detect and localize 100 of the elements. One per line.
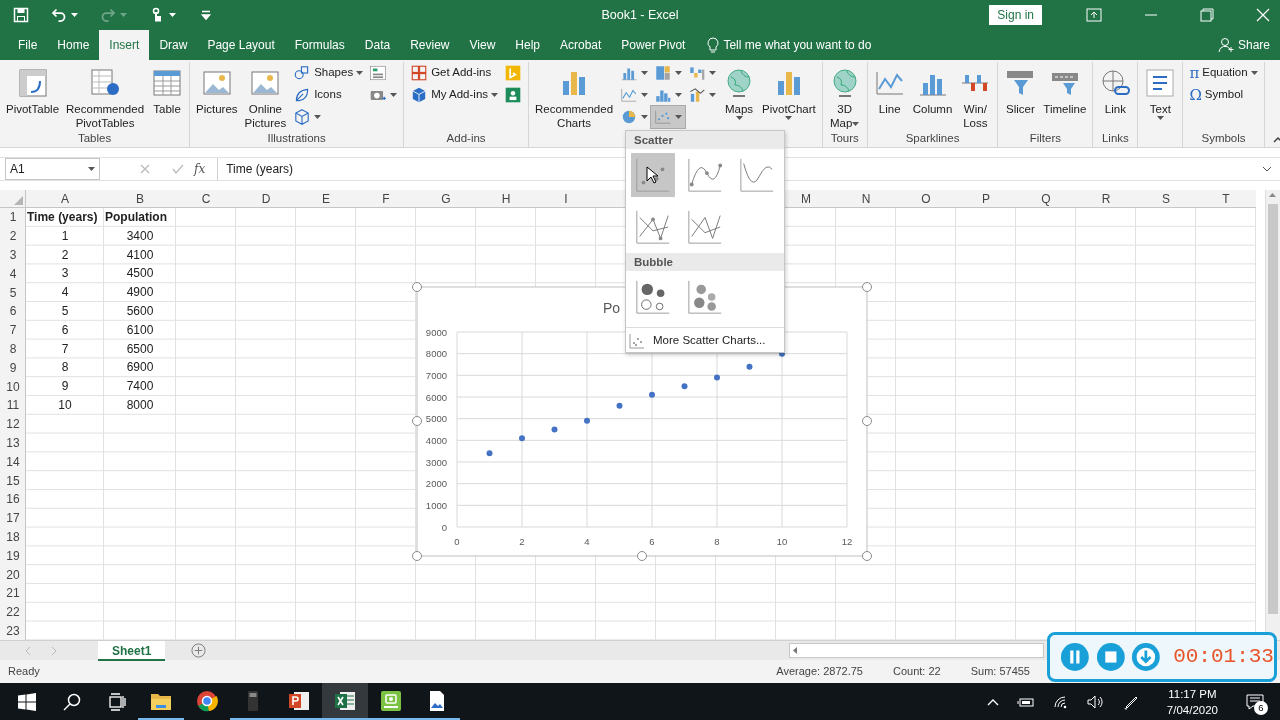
ribbon-button[interactable]: Line bbox=[870, 62, 909, 118]
caret-icon[interactable] bbox=[785, 116, 793, 120]
battery-icon[interactable] bbox=[1016, 695, 1035, 708]
letter-heading[interactable]: T bbox=[1222, 190, 1230, 208]
search-icon[interactable] bbox=[63, 692, 81, 711]
ribbon-tab[interactable]: Draw bbox=[149, 30, 198, 60]
resize-handle[interactable] bbox=[412, 551, 422, 561]
resize-handle[interactable] bbox=[412, 282, 422, 292]
insert-function-button[interactable]: fx bbox=[194, 160, 206, 178]
expand-icon[interactable] bbox=[1262, 166, 1272, 172]
resize-handle[interactable] bbox=[862, 282, 872, 292]
ribbon-button[interactable]: PivotTable bbox=[3, 62, 63, 118]
row-number[interactable]: 12 bbox=[6, 415, 20, 434]
row-number[interactable]: 21 bbox=[6, 584, 20, 603]
caret-icon[interactable] bbox=[675, 115, 683, 119]
stop-icon[interactable] bbox=[1095, 641, 1126, 673]
letter-heading[interactable]: I bbox=[564, 190, 568, 208]
caret-icon[interactable] bbox=[735, 116, 743, 120]
ribbon-button[interactable]: Column bbox=[909, 62, 956, 118]
wifi-icon[interactable] bbox=[1052, 694, 1069, 709]
ribbon-tab[interactable]: Acrobat bbox=[550, 30, 612, 60]
undo-icon[interactable] bbox=[51, 7, 67, 23]
caret-icon[interactable] bbox=[675, 93, 683, 97]
letter-heading[interactable]: B bbox=[136, 190, 144, 208]
scrollbar[interactable] bbox=[789, 643, 1044, 658]
caret-icon[interactable] bbox=[356, 71, 364, 75]
sign-in-button[interactable]: Sign in bbox=[989, 5, 1042, 25]
caret-icon[interactable] bbox=[1156, 116, 1164, 120]
caret-icon[interactable] bbox=[709, 93, 717, 97]
letter-heading[interactable]: G bbox=[441, 190, 451, 208]
letter-heading[interactable]: D bbox=[261, 190, 271, 208]
scrollbar[interactable] bbox=[1265, 190, 1280, 640]
ribbon-button[interactable]: Link bbox=[1096, 62, 1135, 118]
notification-icon[interactable] bbox=[1246, 694, 1264, 711]
resize-handle[interactable] bbox=[637, 551, 647, 561]
letter-heading[interactable]: M bbox=[801, 190, 811, 208]
ribbon-button[interactable]: Maps bbox=[720, 62, 759, 122]
caret-icon[interactable] bbox=[390, 93, 398, 97]
caret-icon[interactable] bbox=[314, 115, 322, 119]
row-number[interactable]: 6 bbox=[9, 302, 17, 321]
ribbon-display-icon[interactable] bbox=[1086, 8, 1102, 22]
row-number[interactable]: 13 bbox=[6, 433, 20, 452]
ribbon-button[interactable]: My Add-ins bbox=[407, 84, 502, 106]
caret-icon[interactable] bbox=[169, 13, 176, 17]
row-number[interactable]: 4 bbox=[9, 264, 17, 283]
row-number[interactable]: 22 bbox=[6, 603, 20, 622]
resize-handle[interactable] bbox=[412, 416, 422, 426]
row-number[interactable]: 7 bbox=[9, 321, 17, 340]
letter-heading[interactable]: A bbox=[61, 190, 69, 208]
letter-heading[interactable]: S bbox=[1162, 190, 1170, 208]
taskbar-button[interactable] bbox=[322, 683, 368, 720]
caret-icon[interactable] bbox=[491, 93, 499, 97]
scrollbar-thumb[interactable] bbox=[1268, 204, 1278, 614]
pause-icon[interactable] bbox=[1060, 641, 1090, 673]
caret-icon[interactable] bbox=[852, 121, 860, 126]
add-sheet-icon[interactable] bbox=[191, 643, 207, 658]
ribbon-tab[interactable]: Formulas bbox=[284, 30, 355, 60]
ribbon-tab[interactable]: Help bbox=[505, 30, 550, 60]
caret-icon[interactable] bbox=[88, 167, 95, 171]
ribbon-tab[interactable]: Page Layout bbox=[197, 30, 285, 60]
row-number[interactable]: 14 bbox=[6, 452, 20, 471]
tell-me-field[interactable]: Tell me what you want to do bbox=[723, 36, 872, 54]
ribbon-button[interactable]: Icons bbox=[290, 84, 367, 106]
ribbon-button[interactable]: Timeline bbox=[1040, 62, 1090, 118]
row-number[interactable]: 18 bbox=[6, 527, 20, 546]
ribbon-tab[interactable]: Data bbox=[354, 30, 401, 60]
ribbon-button[interactable]: Get Add-ins bbox=[407, 62, 502, 84]
row-number[interactable]: 3 bbox=[9, 246, 17, 264]
caret-icon[interactable] bbox=[709, 71, 717, 75]
letter-heading[interactable]: N bbox=[861, 190, 871, 208]
row-number[interactable]: 20 bbox=[6, 565, 20, 584]
ribbon-button[interactable]: Shapes bbox=[290, 62, 367, 84]
letter-heading[interactable]: E bbox=[322, 190, 330, 208]
ribbon-button[interactable]: Table bbox=[148, 62, 187, 118]
ribbon-button[interactable]: Text bbox=[1141, 62, 1180, 122]
row-number[interactable]: 15 bbox=[6, 471, 20, 490]
caret-icon[interactable] bbox=[641, 115, 649, 119]
ribbon-button[interactable]: Pictures bbox=[193, 62, 241, 118]
row-number[interactable]: 17 bbox=[6, 509, 20, 528]
task-view-icon[interactable] bbox=[108, 692, 126, 711]
letter-heading[interactable]: R bbox=[1101, 190, 1111, 208]
ribbon-button[interactable]: Recommended PivotTables bbox=[63, 62, 148, 132]
resize-handle[interactable] bbox=[862, 416, 872, 426]
ribbon-button[interactable]: Recommended Charts bbox=[532, 62, 617, 132]
menu-item[interactable]: More Scatter Charts... bbox=[626, 327, 784, 354]
chart-type-option[interactable] bbox=[631, 153, 675, 197]
row-number[interactable]: 1 bbox=[9, 208, 17, 227]
letter-heading[interactable]: O bbox=[921, 190, 931, 208]
share-button[interactable]: Share bbox=[1237, 36, 1270, 54]
row-number[interactable]: 2 bbox=[9, 227, 17, 246]
row-number[interactable]: 5 bbox=[9, 283, 17, 302]
close-icon[interactable] bbox=[1256, 8, 1270, 22]
caret-icon[interactable] bbox=[1250, 71, 1258, 75]
row-number[interactable]: 11 bbox=[6, 396, 20, 415]
download-icon[interactable] bbox=[1131, 641, 1162, 673]
chevron-up-icon[interactable] bbox=[986, 697, 999, 706]
ribbon-button[interactable]: 3D Map bbox=[825, 62, 864, 132]
ribbon-tab[interactable]: Home bbox=[47, 30, 100, 60]
caret-icon[interactable] bbox=[641, 93, 649, 97]
row-number[interactable]: 10 bbox=[6, 377, 20, 396]
